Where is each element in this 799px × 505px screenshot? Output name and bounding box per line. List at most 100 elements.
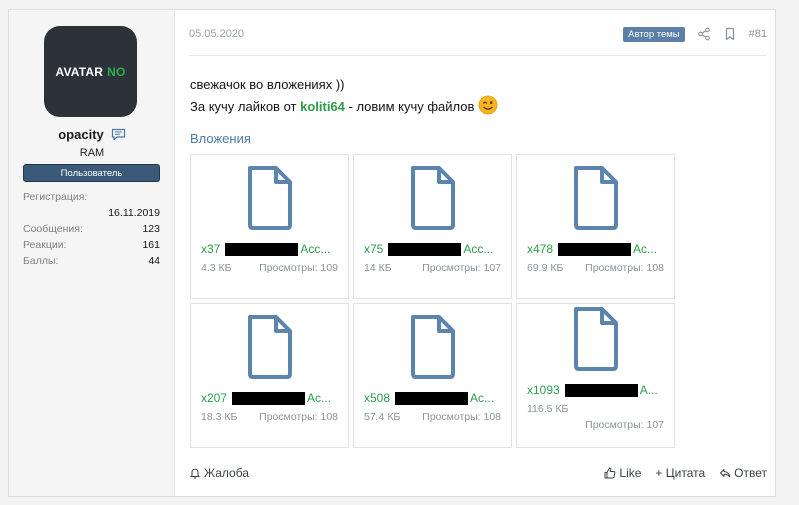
- attachments-grid: x37 Acc... 4.3 КБ Просмотры: 109 x75 Acc...…: [190, 154, 675, 448]
- username-row: opacity: [9, 127, 175, 142]
- stat-points: Баллы: 44: [23, 253, 160, 269]
- user-stats: Регистрация: 16.11.2019 Сообщения: 123 Ре…: [23, 189, 160, 269]
- post-text: - ловим кучу файлов: [344, 99, 475, 114]
- stat-value: 123: [142, 223, 160, 235]
- stat-value: 16.11.2019: [108, 207, 160, 219]
- attachment-card[interactable]: x207 Ac... 18.3 КБ Просмотры: 108: [190, 303, 349, 448]
- attachment-name-link[interactable]: x207 Ac...: [201, 391, 342, 405]
- user-mention-link[interactable]: koliti64: [300, 99, 345, 114]
- attachment-views: Просмотры: 108: [259, 411, 338, 423]
- quote-button[interactable]: + Цитата: [655, 466, 705, 480]
- redaction-bar: [388, 242, 462, 256]
- attachment-name-suffix: A...: [639, 383, 658, 397]
- stat-value: 44: [148, 255, 160, 267]
- attachment-name-suffix: Ac...: [307, 391, 332, 405]
- attachment-card[interactable]: x1093 A... 116.5 КБ Просмотры: 107: [516, 303, 675, 448]
- attachment-card[interactable]: x478 Ac... 69.9 КБ Просмотры: 108: [516, 154, 675, 299]
- user-role-banner: Пользователь: [23, 164, 160, 182]
- redaction-bar: [564, 383, 638, 397]
- attachment-name-prefix: x508: [364, 391, 391, 405]
- attachment-meta: 14 КБ Просмотры: 107: [364, 262, 501, 274]
- attachment-meta: 18.3 КБ Просмотры: 108: [201, 411, 338, 423]
- post-number[interactable]: #81: [749, 28, 767, 40]
- attachment-views: Просмотры: 107: [422, 262, 501, 274]
- file-icon[interactable]: [569, 306, 623, 372]
- attachment-name-link[interactable]: x508 Ac...: [364, 391, 505, 405]
- attachment-name-suffix: Acc...: [300, 242, 331, 256]
- attachment-meta: 4.3 КБ Просмотры: 109: [201, 262, 338, 274]
- report-label: Жалоба: [204, 466, 249, 480]
- avatar[interactable]: AVATAR NO: [44, 26, 137, 117]
- redaction-bar: [395, 391, 469, 405]
- attachment-views: Просмотры: 107: [585, 419, 664, 431]
- bell-icon: [189, 467, 201, 479]
- attachment-size: 4.3 КБ: [201, 262, 232, 274]
- wink-emoji-icon: [478, 95, 498, 115]
- report-button[interactable]: Жалоба: [189, 466, 249, 480]
- attachment-name-link[interactable]: x37 Acc...: [201, 242, 342, 256]
- share-icon[interactable]: [697, 27, 711, 41]
- attachment-name-link[interactable]: x75 Acc...: [364, 242, 505, 256]
- stat-value: 161: [142, 239, 160, 251]
- user-title: RAM: [79, 147, 105, 159]
- stat-label: Баллы:: [23, 255, 59, 267]
- file-icon[interactable]: [406, 165, 460, 231]
- attachment-name-prefix: x478: [527, 242, 554, 256]
- reply-label: Ответ: [734, 466, 767, 480]
- post-footer: Жалоба Like + Цитата Ответ: [189, 465, 767, 481]
- post-date[interactable]: 05.05.2020: [189, 28, 244, 40]
- post-header-actions: Автор темы #81: [623, 26, 767, 42]
- attachment-card[interactable]: x75 Acc... 14 КБ Просмотры: 107: [353, 154, 512, 299]
- stat-reactions: Реакции: 161: [23, 237, 160, 253]
- avatar-text-accent: NO: [107, 64, 126, 79]
- post-body: свежачок во вложениях )) За кучу лайков …: [190, 74, 498, 117]
- file-icon[interactable]: [243, 165, 297, 231]
- user-info-panel: AVATAR NO opacity RAM Пользователь Регист…: [9, 10, 175, 496]
- header-divider: [189, 55, 767, 56]
- file-icon[interactable]: [569, 165, 623, 231]
- attachment-size: 18.3 КБ: [201, 411, 238, 423]
- attachment-meta: 69.9 КБ Просмотры: 108: [527, 262, 664, 274]
- attachment-views: Просмотры: 109: [259, 262, 338, 274]
- like-label: Like: [619, 466, 642, 480]
- attachment-name-prefix: x207: [201, 391, 228, 405]
- post-header: 05.05.2020 Автор темы #81: [189, 24, 767, 44]
- attachment-size: 57.4 КБ: [364, 411, 401, 423]
- post-text-line: За кучу лайков от koliti64 - ловим кучу …: [190, 95, 498, 117]
- redaction-bar: [232, 391, 306, 405]
- attachment-name-suffix: Ac...: [633, 242, 658, 256]
- attachment-size: 69.9 КБ: [527, 262, 564, 274]
- post-text: За кучу лайков от: [190, 99, 301, 114]
- stat-label: Регистрация:: [23, 191, 88, 203]
- attachment-meta: 57.4 КБ Просмотры: 108: [364, 411, 501, 423]
- stat-label: Сообщения:: [23, 223, 83, 235]
- attachment-card[interactable]: x37 Acc... 4.3 КБ Просмотры: 109: [190, 154, 349, 299]
- attachment-name-link[interactable]: x478 Ac...: [527, 242, 668, 256]
- attachment-name-prefix: x1093: [527, 383, 560, 397]
- attachment-name-link[interactable]: x1093 A...: [527, 383, 668, 397]
- attachment-views: Просмотры: 108: [422, 411, 501, 423]
- forum-post: AVATAR NO opacity RAM Пользователь Регист…: [8, 9, 776, 497]
- like-button[interactable]: Like: [604, 466, 641, 480]
- username-link[interactable]: opacity: [58, 127, 104, 142]
- stat-label: Реакции:: [23, 239, 67, 251]
- attachment-card[interactable]: x508 Ac... 57.4 КБ Просмотры: 108: [353, 303, 512, 448]
- bookmark-icon[interactable]: [723, 27, 737, 41]
- message-icon[interactable]: [111, 128, 126, 141]
- redaction-bar: [558, 242, 632, 256]
- post-text-line: свежачок во вложениях )): [190, 77, 345, 92]
- attachments-title: Вложения: [190, 131, 251, 146]
- stat-messages: Сообщения: 123: [23, 221, 160, 237]
- quote-label: + Цитата: [655, 466, 706, 480]
- reply-button[interactable]: Ответ: [719, 466, 767, 480]
- attachment-size: 14 КБ: [364, 262, 392, 274]
- post-actions: Like + Цитата Ответ: [604, 466, 767, 480]
- file-icon[interactable]: [406, 314, 460, 380]
- file-icon[interactable]: [243, 314, 297, 380]
- attachment-name-prefix: x75: [364, 242, 384, 256]
- stat-registration: Регистрация:: [23, 189, 160, 205]
- thumbs-up-icon: [604, 467, 616, 479]
- attachment-name-prefix: x37: [201, 242, 221, 256]
- post-main: 05.05.2020 Автор темы #81 свежачок во вл…: [176, 10, 775, 496]
- attachment-name-suffix: Ac...: [470, 391, 495, 405]
